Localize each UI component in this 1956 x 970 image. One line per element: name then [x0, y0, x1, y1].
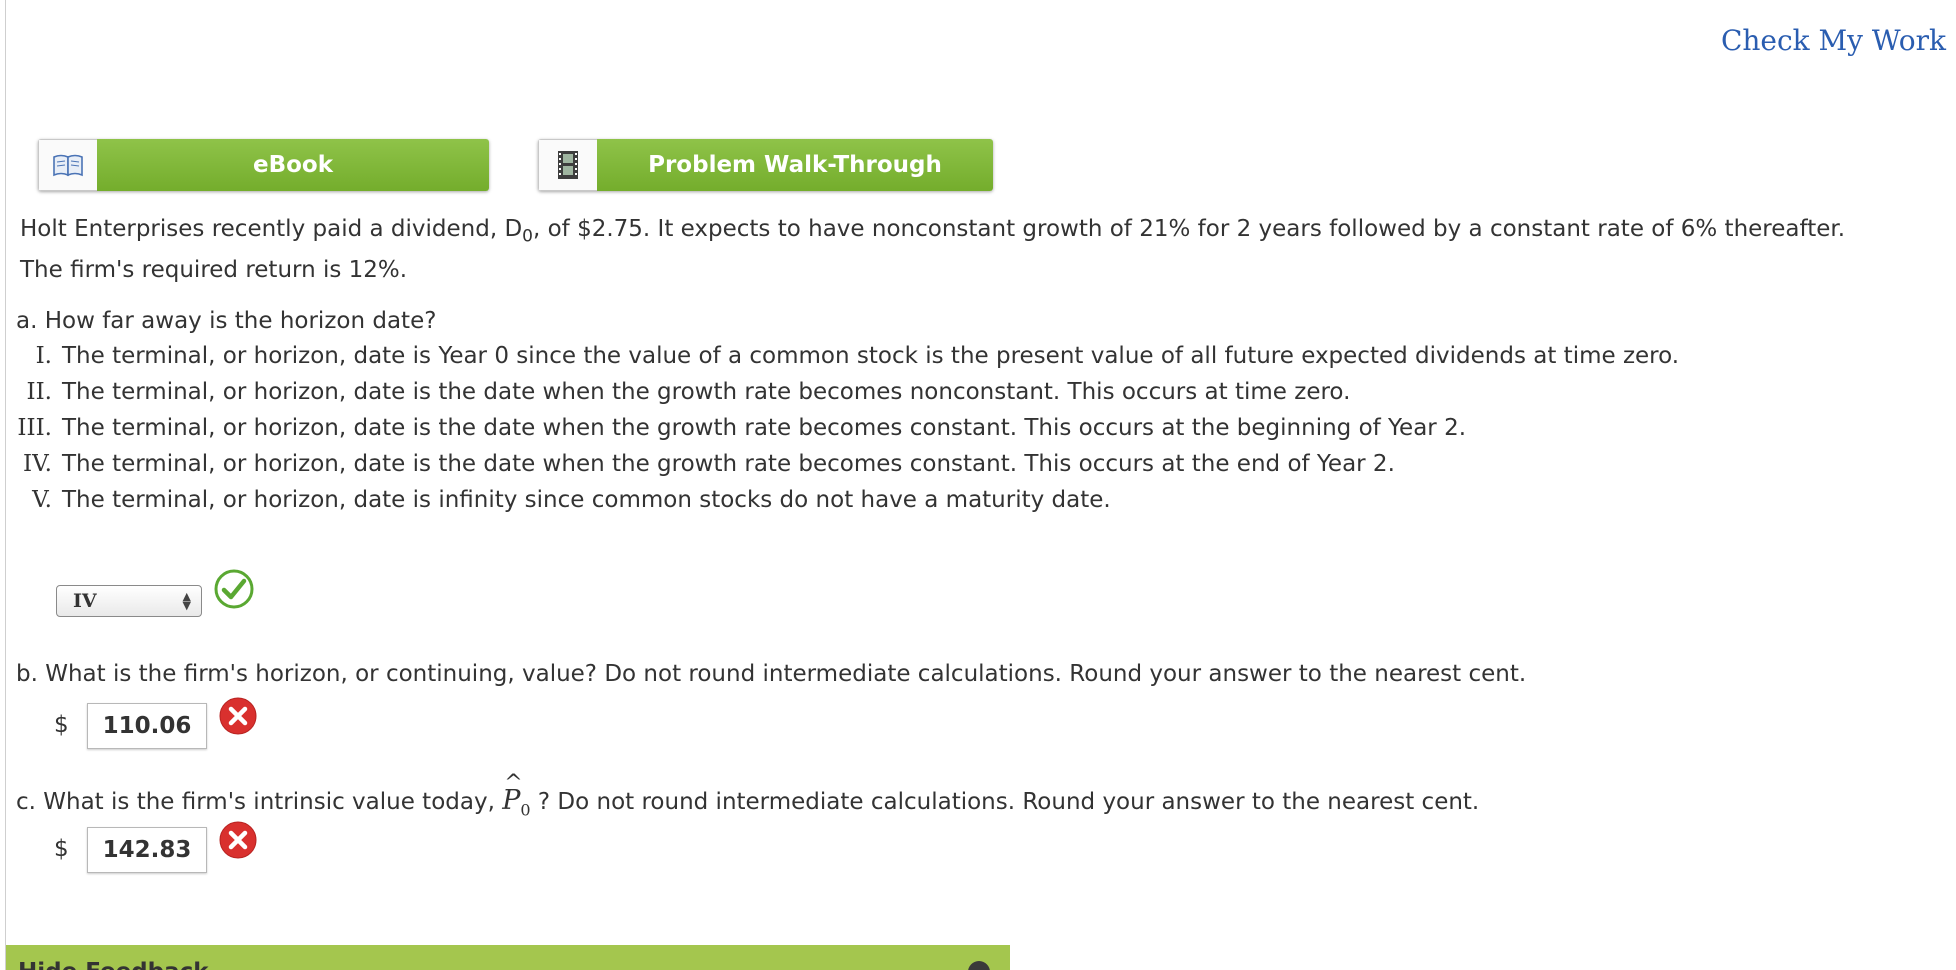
option-i: I. The terminal, or horizon, date is Year… — [0, 343, 1680, 369]
option-iv: IV. The terminal, or horizon, date is the… — [0, 451, 1395, 477]
option-text: The terminal, or horizon, date is the da… — [62, 379, 1351, 405]
option-numeral: III. — [17, 415, 52, 441]
select-arrows-icon: ▲ ▼ — [182, 590, 191, 612]
p-subscript: 0 — [520, 800, 531, 820]
option-numeral: II. — [26, 379, 52, 405]
option-text: The terminal, or horizon, date is the da… — [62, 415, 1467, 441]
problem-intro: Holt Enterprises recently paid a dividen… — [20, 216, 1845, 247]
check-my-work-link[interactable]: Check My Work — [1721, 24, 1946, 57]
intro-text-start: Holt Enterprises recently paid a dividen… — [20, 216, 523, 242]
incorrect-x-icon — [218, 820, 258, 864]
option-numeral: I. — [35, 343, 52, 369]
book-icon — [38, 139, 97, 191]
part-c-question: c. What is the firm's intrinsic value to… — [16, 771, 1480, 820]
selected-value: IV — [73, 590, 97, 612]
part-a-question: a. How far away is the horizon date? — [16, 308, 437, 334]
intro-subscript: 0 — [522, 226, 533, 247]
option-numeral: V. — [32, 487, 52, 513]
option-text: The terminal, or horizon, date is Year 0… — [62, 343, 1680, 369]
part-c-text-end: ? Do not round intermediate calculations… — [530, 789, 1480, 815]
correct-check-icon — [213, 568, 255, 614]
option-iii: III. The terminal, or horizon, date is th… — [0, 415, 1466, 441]
p-hat-symbol: ^ P0 — [502, 771, 531, 820]
ebook-label: eBook — [97, 139, 489, 191]
part-c-text-start: c. What is the firm's intrinsic value to… — [16, 789, 503, 815]
part-b-currency: $ — [54, 712, 69, 738]
problem-intro-line2: The firm's required return is 12%. — [20, 257, 408, 283]
ebook-button[interactable]: eBook — [38, 139, 489, 191]
collapse-toggle-icon[interactable] — [968, 961, 990, 970]
option-text: The terminal, or horizon, date is the da… — [62, 451, 1395, 477]
option-ii: II. The terminal, or horizon, date is the… — [0, 379, 1351, 405]
hide-feedback-bar[interactable]: Hide Feedback — [6, 945, 1010, 970]
film-strip-icon — [538, 139, 597, 191]
part-b-answer-input[interactable]: 110.06 — [87, 703, 207, 749]
intro-text-end: , of $2.75. It expects to have nonconsta… — [532, 216, 1846, 242]
feedback-label: Hide Feedback — [18, 959, 209, 970]
part-b-question: b. What is the firm's horizon, or contin… — [16, 661, 1527, 687]
problem-walkthrough-label: Problem Walk-Through — [597, 139, 993, 191]
part-c-currency: $ — [54, 836, 69, 862]
option-v: V. The terminal, or horizon, date is infi… — [0, 487, 1111, 513]
option-text: The terminal, or horizon, date is infini… — [62, 487, 1111, 513]
problem-walkthrough-button[interactable]: Problem Walk-Through — [538, 139, 993, 191]
horizon-date-select[interactable]: IV ▲ ▼ — [56, 585, 202, 617]
option-numeral: IV. — [23, 451, 52, 477]
left-border — [5, 0, 6, 970]
incorrect-x-icon — [218, 696, 258, 740]
part-c-answer-input[interactable]: 142.83 — [87, 827, 207, 873]
